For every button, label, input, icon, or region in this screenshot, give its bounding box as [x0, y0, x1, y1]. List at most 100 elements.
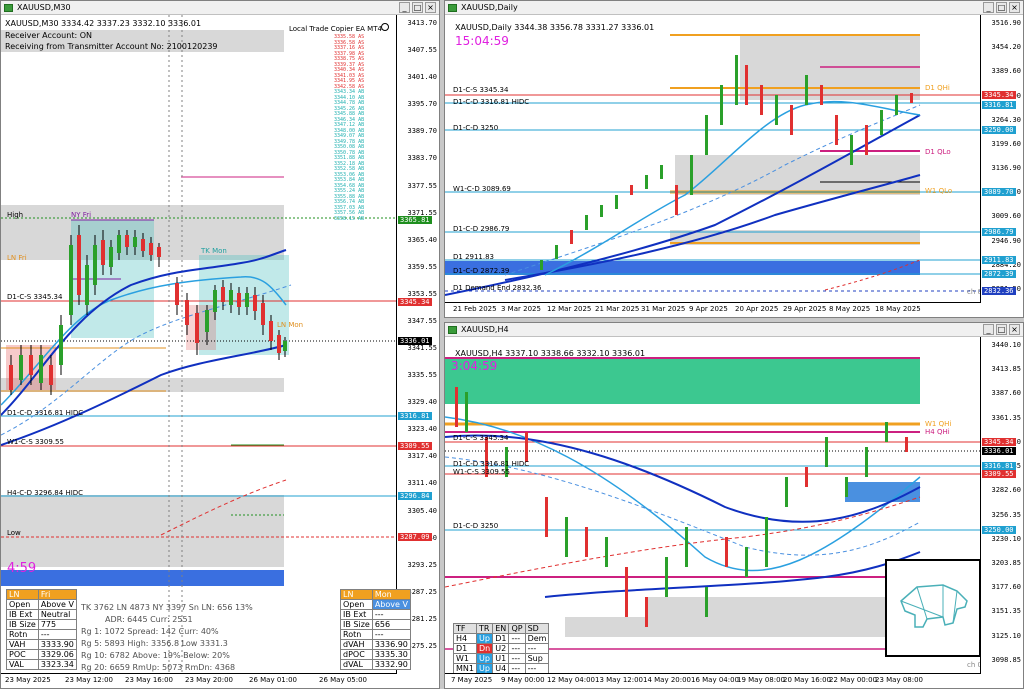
price-axis-label: 3387.60: [991, 389, 1021, 398]
h4-info-line: XAUUSD,H4 3337.10 3338.66 3332.10 3336.0…: [455, 349, 646, 358]
time-label: 14 May 20:00: [643, 676, 692, 684]
tf-header: EN: [492, 623, 510, 634]
panel-value: 3333.90: [37, 639, 77, 650]
price-axis-label: 3009.60: [991, 212, 1021, 221]
price-axis-label: 2946.90: [991, 236, 1021, 245]
m30-info-line: XAUUSD,M30 3334.42 3337.23 3332.10 3336.…: [5, 19, 202, 28]
price-axis-label: 3413.85: [991, 365, 1021, 374]
daily-price-chart[interactable]: [445, 15, 981, 305]
price-axis-label: 3281.25: [407, 614, 437, 623]
close-button[interactable]: ×: [1009, 2, 1020, 13]
time-label: 23 May 20:00: [185, 676, 234, 684]
level-w1-c-s: W1-C-S 3309.55: [7, 438, 64, 446]
level-label: D1-C-D 3316.81 HIDC: [453, 460, 530, 468]
h4-titlebar[interactable]: XAUUSD,H4 _ □ ×: [445, 323, 1023, 337]
time-label: 19 May 08:00: [737, 676, 786, 684]
panel-key: IB Ext: [6, 609, 39, 620]
time-label: 22 May 00:00: [829, 676, 878, 684]
daily-chart-window[interactable]: XAUUSD,Daily _ □ × XAUUSD,Daily 3344.38 …: [444, 0, 1024, 318]
m30-chart-window[interactable]: XAUUSD,M30 _ □ × XAUUSD,M30 3334.42 3337…: [0, 0, 440, 689]
level-high: High: [7, 211, 24, 219]
panel-value: Above V: [37, 599, 77, 610]
m30-price-axis[interactable]: 3413.70 3407.55 3401.40 3395.70 3389.70 3383.…: [396, 15, 439, 674]
minimize-button[interactable]: _: [983, 2, 994, 13]
receiver-status: Receiver Account: ON: [5, 31, 92, 40]
stats-line: Rg 10: 6782 Above: 19% Below: 20%: [81, 651, 230, 660]
level-low: Low: [7, 529, 21, 537]
panel-value: ---: [37, 629, 77, 640]
tf-cell: U1: [492, 653, 510, 664]
price-axis-label: 3136.90: [991, 164, 1021, 172]
time-label: 13 May 12:00: [595, 676, 644, 684]
ladder-row: 3358.15 AB: [334, 215, 365, 222]
price-axis-label: 3125.10: [991, 631, 1021, 640]
level-label: D1-C-D 3250: [453, 522, 499, 530]
maximize-button[interactable]: □: [412, 2, 423, 13]
level-label: D1-C-S 3345.34: [453, 434, 509, 442]
time-label: 26 May 01:00: [249, 676, 298, 684]
price-axis-label: 3275.25: [407, 641, 437, 650]
chart-icon: [448, 326, 457, 334]
price-axis-label: 3383.70: [407, 154, 437, 163]
time-label: 16 May 04:00: [691, 676, 740, 684]
minimize-button[interactable]: _: [399, 2, 410, 13]
stats-block: TK 3762 LN 4873 NY 3397 Sn LN: 656 13% A…: [81, 602, 253, 674]
daily-price-axis[interactable]: 3516.903454.203389.603327.003264.303199.…: [980, 15, 1023, 303]
price-axis-label: 3311.40: [407, 479, 437, 488]
level-label: D1-C-D 2872.39: [453, 267, 510, 275]
price-tag: 3316.81: [398, 412, 432, 420]
m30-time-axis[interactable]: 23 May 2025 23 May 12:00 23 May 16:00 23…: [1, 673, 397, 688]
daily-time-axis[interactable]: 21 Feb 2025 3 Mar 2025 12 Mar 2025 21 Ma…: [445, 302, 981, 317]
tf-cell: Up: [475, 653, 494, 664]
price-axis-label: 3440.10: [991, 341, 1021, 349]
time-label: 31 Mar 2025: [641, 305, 686, 313]
close-button[interactable]: ×: [425, 2, 436, 13]
price-tag: 3336.01: [982, 447, 1016, 455]
maximize-button[interactable]: □: [996, 2, 1007, 13]
panel-value: 3335.30: [371, 649, 411, 660]
tf-cell: H4: [453, 633, 477, 644]
time-label: 23 May 16:00: [125, 676, 174, 684]
daily-info-line: XAUUSD,Daily 3344.38 3356.78 3331.27 333…: [455, 23, 655, 32]
price-tag: 3345.34: [982, 438, 1016, 446]
level-label: D1 Demand End 2832.36: [453, 284, 542, 292]
price-axis-label: 3377.55: [407, 181, 437, 190]
minimize-button[interactable]: _: [983, 324, 994, 335]
price-axis-label: 3293.25: [407, 560, 437, 569]
price-axis-label: 3401.40: [407, 73, 437, 82]
price-tag: 2832.36: [982, 287, 1016, 295]
tf-cell: MN1: [453, 663, 477, 674]
h4-chart-window[interactable]: XAUUSD,H4 _ □ × XAUUSD,H4 3337.10 3338.6…: [444, 322, 1024, 689]
close-button[interactable]: ×: [1009, 324, 1020, 335]
price-axis-label: 3264.30: [991, 115, 1021, 124]
h4-price-axis[interactable]: 3440.103413.853387.603361.353335.103308.…: [980, 337, 1023, 674]
price-axis-label: 3413.70: [407, 19, 437, 27]
h4-time-axis[interactable]: 7 May 2025 9 May 00:00 12 May 04:00 13 M…: [445, 673, 981, 688]
level-label: W1 QLo: [925, 187, 953, 195]
level-d1-c-d: D1-C-D 3316.81 HIDC: [7, 409, 84, 417]
daily-timer: 15:04:59: [455, 34, 509, 48]
transmitter-status: Receiving from Transmitter Account No: 2…: [5, 42, 218, 51]
tf-cell: Up: [475, 633, 494, 644]
time-label: 9 May 00:00: [501, 676, 545, 684]
panel-value: 3329.06: [37, 649, 77, 660]
level-label: D1-C-D 3316.81 HIDC: [453, 98, 530, 106]
panel-key: Rotn: [6, 629, 39, 640]
tf-cell: ---: [508, 633, 526, 644]
price-tag: 3309.55: [398, 442, 432, 450]
level-label: W1-C-D 3089.69: [453, 185, 511, 193]
panel-value: 775: [37, 619, 77, 630]
level-ny-fri: NY Fri: [71, 211, 92, 219]
price-tag: 3345.34: [398, 298, 432, 306]
maximize-button[interactable]: □: [996, 324, 1007, 335]
daily-titlebar[interactable]: XAUUSD,Daily _ □ ×: [445, 1, 1023, 15]
price-ladder: 3335.58 AS 3336.58 AS 3337.16 AS 3337.98 AS…: [334, 34, 398, 222]
time-label: 23 May 08:00: [875, 676, 924, 684]
price-axis-label: 3454.20: [991, 43, 1021, 52]
stats-line: TK 3762 LN 4873 NY 3397 Sn LN: 656 13%: [81, 603, 253, 612]
m30-titlebar[interactable]: XAUUSD,M30 _ □ ×: [1, 1, 439, 15]
price-axis-label: 3230.10: [991, 534, 1021, 543]
time-label: 12 May 04:00: [547, 676, 596, 684]
time-label: 20 Apr 2025: [735, 305, 779, 313]
tf-header: TF: [453, 623, 477, 634]
